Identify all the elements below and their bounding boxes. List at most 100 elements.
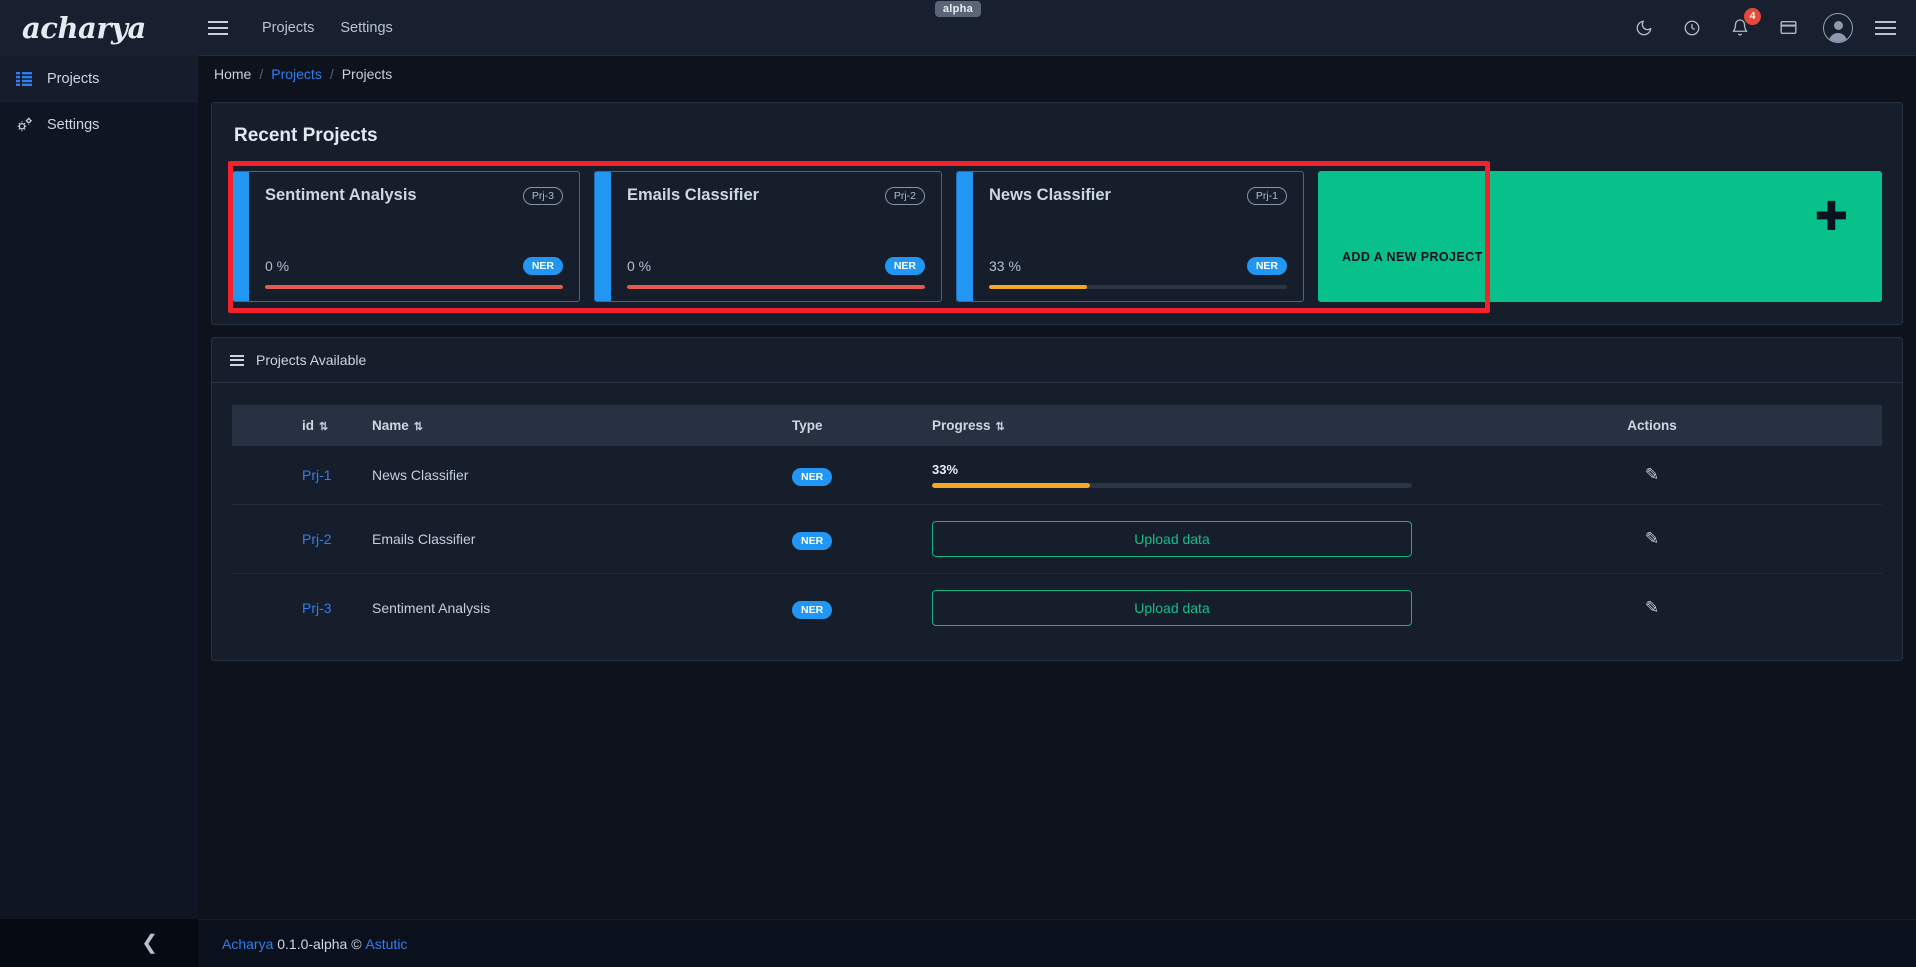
list-icon: [14, 72, 34, 86]
list-line: [230, 364, 244, 366]
recent-projects-panel: Recent Projects Sentiment Analysis Prj-3…: [211, 102, 1903, 325]
table-row: Prj-2 Emails Classifier NER Upload data …: [232, 505, 1882, 574]
progress-fill: [932, 483, 1090, 488]
cell-actions: ✎: [1422, 574, 1882, 643]
topnav-item-settings[interactable]: Settings: [340, 20, 392, 36]
card-type-badge: NER: [523, 257, 563, 275]
card-title: News Classifier: [989, 186, 1111, 205]
card-progress-fill: [989, 285, 1087, 289]
footer-copyright: ©: [351, 936, 361, 952]
upload-data-button[interactable]: Upload data: [932, 521, 1412, 557]
table-header: id ⇅ Name ⇅ Type Progress ⇅ Actions: [232, 405, 1882, 446]
project-id-link[interactable]: Prj-2: [302, 531, 332, 547]
type-badge: NER: [792, 532, 832, 550]
sort-icon[interactable]: ⇅: [414, 420, 423, 433]
topnav-item-projects[interactable]: Projects: [262, 20, 314, 36]
cell-name: Emails Classifier: [362, 505, 782, 574]
cell-id: Prj-2: [232, 505, 362, 574]
card-body: Emails Classifier Prj-2 0 % NER: [611, 172, 941, 301]
column-header-progress[interactable]: Progress ⇅: [922, 405, 1422, 446]
cell-progress: Upload data: [922, 574, 1422, 643]
sort-icon[interactable]: ⇅: [996, 420, 1005, 433]
card-id-badge: Prj-1: [1247, 187, 1287, 205]
table-row: Prj-1 News Classifier NER 33% ✎: [232, 446, 1882, 505]
cell-id: Prj-1: [232, 446, 362, 505]
column-label: Type: [792, 418, 823, 433]
avatar-head: [1834, 21, 1843, 30]
sort-icon[interactable]: ⇅: [319, 420, 328, 433]
edit-icon[interactable]: ✎: [1645, 598, 1659, 617]
moon-icon[interactable]: [1631, 15, 1657, 41]
project-id-link[interactable]: Prj-1: [302, 467, 332, 483]
column-header-name[interactable]: Name ⇅: [362, 405, 782, 446]
upload-data-button[interactable]: Upload data: [932, 590, 1412, 626]
column-label: Name: [372, 418, 409, 433]
page-title: Recent Projects: [234, 125, 1886, 147]
projects-table: id ⇅ Name ⇅ Type Progress ⇅ Actions: [232, 405, 1882, 642]
sidebar-item-settings[interactable]: Settings: [0, 102, 198, 147]
card-progress-track: [989, 285, 1287, 289]
sidebar: Projects Settings ❮: [0, 56, 198, 967]
column-label: Progress: [932, 418, 991, 433]
cell-progress: 33%: [922, 446, 1422, 505]
notification-badge: 4: [1744, 8, 1761, 25]
chevron-left-icon: ❮: [141, 933, 158, 953]
column-header-actions: Actions: [1422, 405, 1882, 446]
menu-icon[interactable]: [1875, 21, 1896, 35]
cell-type: NER: [782, 574, 922, 643]
breadcrumb-separator: /: [259, 66, 263, 82]
avatar-body: [1829, 33, 1847, 42]
app-logo[interactable]: acharya: [22, 11, 146, 45]
sidebar-item-projects[interactable]: Projects: [0, 56, 198, 101]
sidebar-collapse-button[interactable]: ❮: [0, 919, 198, 967]
list-icon: [230, 355, 244, 366]
type-badge: NER: [792, 601, 832, 619]
sidebar-toggle-button[interactable]: [198, 0, 238, 56]
column-label: id: [302, 418, 314, 433]
footer-company-link[interactable]: Astutic: [365, 936, 407, 952]
project-card[interactable]: Sentiment Analysis Prj-3 0 % NER: [232, 171, 580, 302]
column-header-type: Type: [782, 405, 922, 446]
card-body: News Classifier Prj-1 33 % NER: [973, 172, 1303, 301]
column-label: Actions: [1627, 418, 1677, 433]
card-title: Sentiment Analysis: [265, 186, 417, 205]
project-card[interactable]: Emails Classifier Prj-2 0 % NER: [594, 171, 942, 302]
breadcrumb-projects-link[interactable]: Projects: [271, 66, 322, 82]
window-icon[interactable]: [1775, 15, 1801, 41]
avatar[interactable]: [1823, 13, 1853, 43]
footer-app-link[interactable]: Acharya: [222, 936, 273, 952]
cell-progress: Upload data: [922, 505, 1422, 574]
card-id-badge: Prj-3: [523, 187, 563, 205]
menu-line: [1875, 27, 1896, 29]
breadcrumb-home[interactable]: Home: [214, 66, 251, 82]
edit-icon[interactable]: ✎: [1645, 465, 1659, 484]
card-id-badge: Prj-2: [885, 187, 925, 205]
bell-icon[interactable]: 4: [1727, 15, 1753, 41]
progress-track: [932, 483, 1412, 488]
column-header-id[interactable]: id ⇅: [232, 405, 362, 446]
add-new-project-card[interactable]: ✚ ADD A NEW PROJECT: [1318, 171, 1882, 302]
card-title: Emails Classifier: [627, 186, 759, 205]
footer: Acharya 0.1.0-alpha © Astutic: [198, 919, 1916, 967]
card-percent: 0 %: [627, 258, 651, 274]
clock-icon[interactable]: [1679, 15, 1705, 41]
project-cards-row: Sentiment Analysis Prj-3 0 % NER: [232, 161, 1882, 302]
project-id-link[interactable]: Prj-3: [302, 600, 332, 616]
sidebar-item-label: Settings: [47, 117, 99, 133]
avatar-glyph: [1824, 13, 1852, 42]
top-navigation-bar: acharya Projects Settings alpha 4: [0, 0, 1916, 56]
footer-version: 0.1.0-alpha: [277, 936, 347, 952]
card-body: Sentiment Analysis Prj-3 0 % NER: [249, 172, 579, 301]
table-body: Prj-1 News Classifier NER 33% ✎: [232, 446, 1882, 642]
card-progress-fill: [265, 285, 563, 289]
card-header: Emails Classifier Prj-2: [627, 186, 925, 205]
plus-icon: ✚: [1814, 197, 1848, 237]
card-accent-bar: [595, 172, 611, 301]
main-content: Home / Projects / Projects Recent Projec…: [198, 56, 1916, 967]
edit-icon[interactable]: ✎: [1645, 529, 1659, 548]
top-bar-actions: 4: [1631, 13, 1916, 43]
cell-actions: ✎: [1422, 505, 1882, 574]
project-card[interactable]: News Classifier Prj-1 33 % NER: [956, 171, 1304, 302]
card-meta: 0 % NER: [627, 257, 925, 275]
card-progress-fill: [627, 285, 925, 289]
